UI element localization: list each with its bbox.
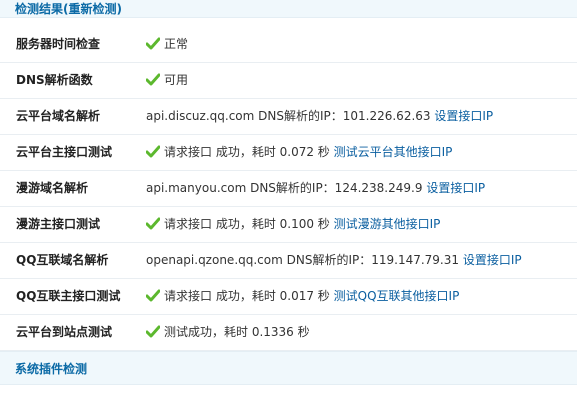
row-value: api.manyou.com DNS解析的IP：124.238.249.9 设置… — [146, 171, 485, 206]
row-status: 正常 — [164, 37, 189, 51]
check-icon — [146, 37, 160, 50]
test-other-ip-link[interactable]: 测试云平台其他接口IP — [334, 145, 453, 159]
row-value: 请求接口 成功，耗时 0.072 秒 测试云平台其他接口IP — [146, 135, 452, 170]
row-server-time: 服务器时间检查 正常 — [0, 27, 577, 63]
check-icon — [146, 73, 160, 86]
plugin-section-header: 系统插件检测 — [0, 351, 577, 385]
row-cloud-interface: 云平台主接口测试 请求接口 成功，耗时 0.072 秒 测试云平台其他接口IP — [0, 135, 577, 171]
row-value: 可用 — [146, 63, 188, 98]
row-label: 云平台主接口测试 — [16, 145, 113, 159]
row-qq-interface: QQ互联主接口测试 请求接口 成功，耗时 0.017 秒 测试QQ互联其他接口I… — [0, 279, 577, 315]
row-label: 服务器时间检查 — [16, 37, 101, 51]
row-label: QQ互联域名解析 — [16, 253, 109, 267]
row-label: QQ互联主接口测试 — [16, 289, 121, 303]
results-section-title: 检测结果(重新检测) — [15, 1, 122, 17]
row-label: 云平台域名解析 — [16, 109, 101, 123]
row-value: openapi.qzone.qq.com DNS解析的IP：119.147.79… — [146, 243, 522, 278]
row-text: 测试成功，耗时 0.1336 秒 — [164, 325, 310, 339]
check-icon — [146, 217, 160, 230]
row-cloud-to-site: 云平台到站点测试 测试成功，耗时 0.1336 秒 — [0, 315, 577, 351]
recheck-paren-close: ) — [116, 2, 122, 16]
check-icon — [146, 289, 160, 302]
row-value: 请求接口 成功，耗时 0.017 秒 测试QQ互联其他接口IP — [146, 279, 459, 314]
set-ip-link[interactable]: 设置接口IP — [434, 109, 493, 123]
row-text: 请求接口 成功，耗时 0.072 秒 — [164, 145, 330, 159]
results-title-text: 检测结果 — [15, 2, 64, 16]
test-other-ip-link[interactable]: 测试漫游其他接口IP — [334, 217, 441, 231]
set-ip-link[interactable]: 设置接口IP — [463, 253, 522, 267]
row-qq-domain: QQ互联域名解析 openapi.qzone.qq.com DNS解析的IP：1… — [0, 243, 577, 279]
row-value: 正常 — [146, 27, 188, 62]
check-icon — [146, 145, 160, 158]
row-cloud-domain: 云平台域名解析 api.discuz.qq.com DNS解析的IP：101.2… — [0, 99, 577, 135]
row-text: 请求接口 成功，耗时 0.100 秒 — [164, 217, 330, 231]
recheck-link[interactable]: 重新检测 — [69, 2, 117, 16]
row-value: 测试成功，耗时 0.1336 秒 — [146, 315, 310, 350]
row-text: api.manyou.com DNS解析的IP：124.238.249.9 — [146, 181, 423, 195]
row-label: 漫游域名解析 — [16, 181, 89, 195]
results-section-header: 检测结果(重新检测) — [0, 0, 577, 18]
row-status: 可用 — [164, 73, 189, 87]
row-label: 云平台到站点测试 — [16, 325, 113, 339]
row-text: api.discuz.qq.com DNS解析的IP：101.226.62.63 — [146, 109, 431, 123]
check-icon — [146, 325, 160, 338]
plugin-section-title: 系统插件检测 — [15, 362, 88, 376]
row-dns-function: DNS解析函数 可用 — [0, 63, 577, 99]
row-value: 请求接口 成功，耗时 0.100 秒 测试漫游其他接口IP — [146, 207, 440, 242]
test-other-ip-link[interactable]: 测试QQ互联其他接口IP — [334, 289, 460, 303]
row-text: 请求接口 成功，耗时 0.017 秒 — [164, 289, 330, 303]
row-manyou-domain: 漫游域名解析 api.manyou.com DNS解析的IP：124.238.2… — [0, 171, 577, 207]
row-label: 漫游主接口测试 — [16, 217, 101, 231]
row-manyou-interface: 漫游主接口测试 请求接口 成功，耗时 0.100 秒 测试漫游其他接口IP — [0, 207, 577, 243]
set-ip-link[interactable]: 设置接口IP — [426, 181, 485, 195]
row-text: openapi.qzone.qq.com DNS解析的IP：119.147.79… — [146, 253, 460, 267]
row-label: DNS解析函数 — [16, 73, 93, 87]
row-value: api.discuz.qq.com DNS解析的IP：101.226.62.63… — [146, 99, 493, 134]
